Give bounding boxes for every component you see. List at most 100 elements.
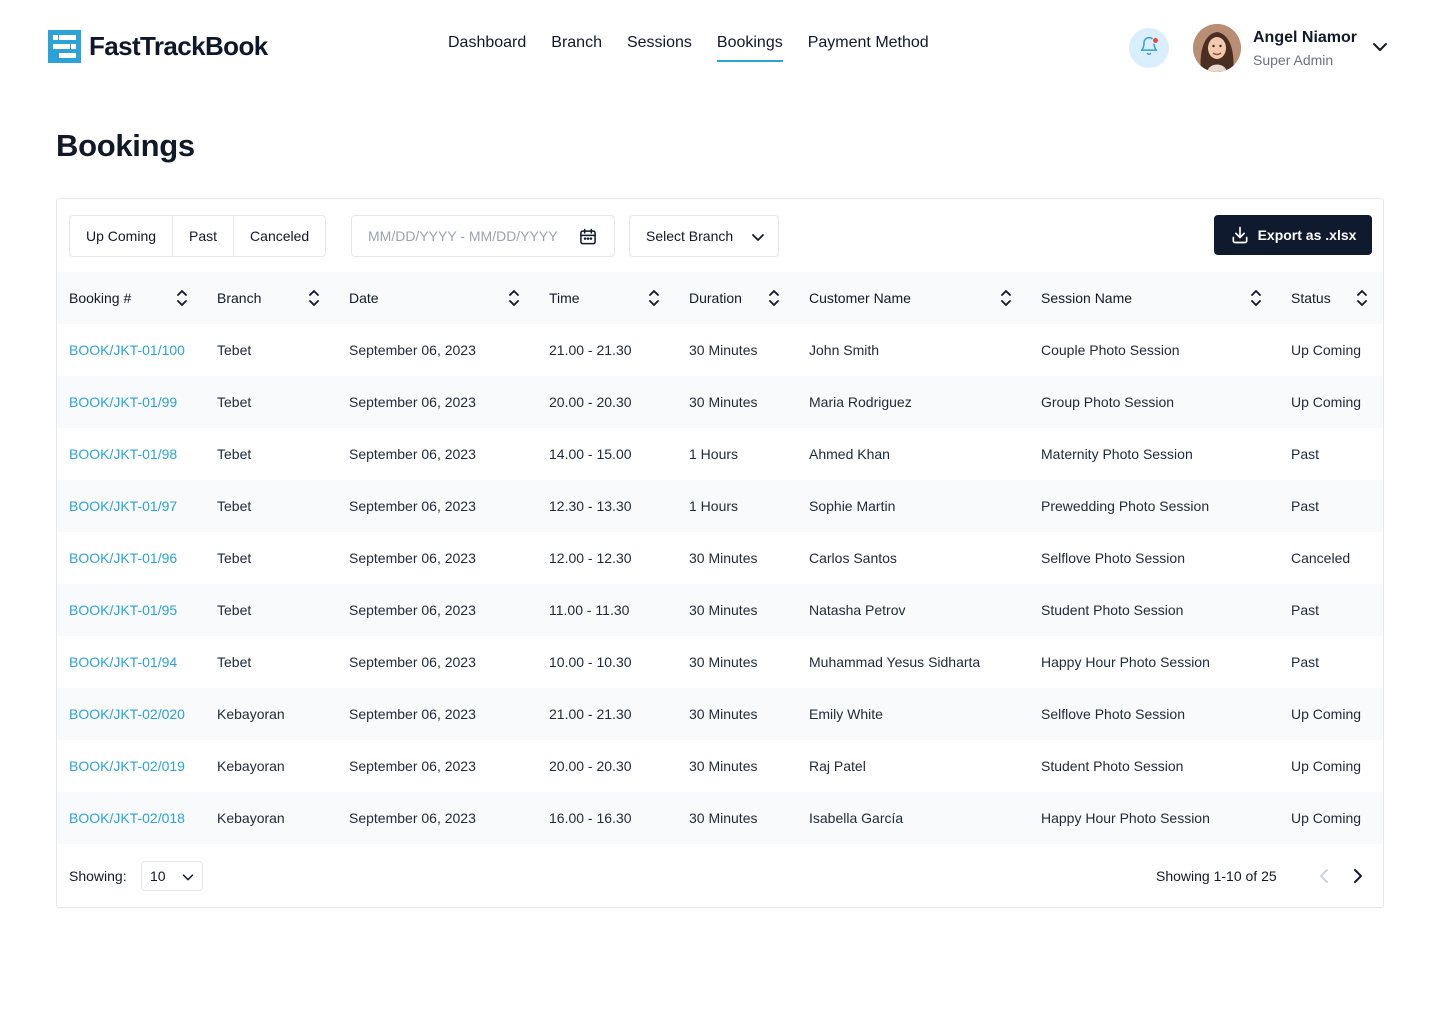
- sort-icon[interactable]: [1249, 289, 1263, 312]
- user-role: Super Admin: [1253, 52, 1334, 68]
- page-size-select[interactable]: 10: [141, 861, 203, 891]
- column-header-session-name[interactable]: Session Name: [1041, 272, 1132, 324]
- table-row: BOOK/JKT-01/98 Tebet September 06, 2023 14.…: [57, 428, 1383, 480]
- page-title: Bookings: [56, 128, 195, 163]
- column-header-customer-name[interactable]: Customer Name: [809, 272, 911, 324]
- cell-time: 20.00 - 20.30: [549, 394, 632, 410]
- avatar[interactable]: [1193, 24, 1241, 72]
- cell-time: 11.00 - 11.30: [549, 602, 630, 618]
- prev-page-chevron-left-icon[interactable]: [1316, 867, 1334, 890]
- cell-status: Up Coming: [1291, 758, 1362, 774]
- nav-item-payment-method[interactable]: Payment Method: [808, 34, 929, 62]
- main-nav: Dashboard Branch Sessions Bookings Payme…: [448, 34, 954, 62]
- tab-up-coming[interactable]: Up Coming: [70, 216, 174, 256]
- page-size-value: 10: [150, 868, 166, 884]
- cell-session-name: Happy Hour Photo Session: [1041, 654, 1210, 670]
- tab-past[interactable]: Past: [173, 216, 235, 256]
- booking-number-link[interactable]: BOOK/JKT-01/96: [69, 532, 177, 584]
- cell-customer-name: Sophie Martin: [809, 498, 896, 514]
- table-row: BOOK/JKT-02/019 Kebayoran September 06, 20…: [57, 740, 1383, 792]
- booking-number-link[interactable]: BOOK/JKT-01/94: [69, 636, 177, 688]
- sort-icon[interactable]: [507, 289, 521, 312]
- cell-date: September 06, 2023: [349, 706, 476, 722]
- status-filter-tabs: Up Coming Past Canceled: [69, 215, 327, 257]
- cell-duration: 1 Hours: [689, 446, 739, 462]
- column-header-time[interactable]: Time: [549, 272, 580, 324]
- cell-session-name: Selflove Photo Session: [1041, 550, 1185, 566]
- booking-number-link[interactable]: BOOK/JKT-02/018: [69, 792, 185, 844]
- notification-button[interactable]: [1129, 28, 1169, 68]
- sort-icon[interactable]: [647, 289, 661, 312]
- table-row: BOOK/JKT-01/97 Tebet September 06, 2023 12.…: [57, 480, 1383, 532]
- table-row: BOOK/JKT-02/020 Kebayoran September 06, 20…: [57, 688, 1383, 740]
- cell-status: Past: [1291, 654, 1320, 670]
- cell-time: 21.00 - 21.30: [549, 706, 632, 722]
- user-menu-chevron-down-icon[interactable]: [1371, 40, 1389, 59]
- cell-customer-name: Emily White: [809, 706, 883, 722]
- logo[interactable]: FastTrackBook: [48, 30, 268, 63]
- column-header-duration[interactable]: Duration: [689, 272, 742, 324]
- cell-time: 10.00 - 10.30: [549, 654, 632, 670]
- user-name: Angel Niamor: [1253, 29, 1358, 46]
- cell-status: Past: [1291, 498, 1320, 514]
- bookings-card: Up Coming Past Canceled MM/DD/YYYY - MM/…: [56, 198, 1384, 908]
- cell-customer-name: Isabella García: [809, 810, 904, 826]
- cell-status: Canceled: [1291, 550, 1351, 566]
- cell-time: 21.00 - 21.30: [549, 342, 632, 358]
- cell-session-name: Prewedding Photo Session: [1041, 498, 1210, 514]
- cell-customer-name: Muhammad Yesus Sidharta: [809, 654, 981, 670]
- cell-duration: 30 Minutes: [689, 654, 758, 670]
- cell-customer-name: Carlos Santos: [809, 550, 897, 566]
- calendar-icon[interactable]: [578, 227, 598, 250]
- column-header-date[interactable]: Date: [349, 272, 379, 324]
- sort-icon[interactable]: [175, 289, 189, 312]
- bookings-table: Booking # Branch Date Time Duration Customer …: [57, 272, 1383, 844]
- booking-number-link[interactable]: BOOK/JKT-01/99: [69, 376, 177, 428]
- cell-branch: Tebet: [217, 394, 252, 410]
- cell-date: September 06, 2023: [349, 394, 476, 410]
- nav-item-branch[interactable]: Branch: [551, 34, 602, 62]
- cell-duration: 30 Minutes: [689, 810, 758, 826]
- date-range-input[interactable]: MM/DD/YYYY - MM/DD/YYYY: [351, 215, 615, 257]
- column-header-branch[interactable]: Branch: [217, 272, 261, 324]
- cell-duration: 30 Minutes: [689, 706, 758, 722]
- booking-number-link[interactable]: BOOK/JKT-02/019: [69, 740, 185, 792]
- column-header-status[interactable]: Status: [1291, 272, 1331, 324]
- column-header-booking-number[interactable]: Booking #: [69, 272, 131, 324]
- cell-customer-name: Natasha Petrov: [809, 602, 906, 618]
- nav-item-dashboard[interactable]: Dashboard: [448, 34, 526, 62]
- cell-customer-name: Ahmed Khan: [809, 446, 890, 462]
- tab-canceled[interactable]: Canceled: [234, 216, 325, 256]
- chevron-down-icon: [181, 870, 195, 887]
- cell-time: 16.00 - 16.30: [549, 810, 632, 826]
- sort-icon[interactable]: [1355, 289, 1369, 312]
- page-size-label: Showing:: [69, 868, 127, 884]
- logo-mark-icon: [48, 30, 81, 63]
- export-xlsx-button[interactable]: Export as .xlsx: [1214, 215, 1372, 255]
- table-header: Booking # Branch Date Time Duration Customer …: [57, 272, 1383, 324]
- nav-item-bookings[interactable]: Bookings: [716, 34, 783, 62]
- cell-branch: Tebet: [217, 498, 252, 514]
- cell-session-name: Selflove Photo Session: [1041, 706, 1185, 722]
- next-page-chevron-right-icon[interactable]: [1348, 867, 1366, 890]
- cell-date: September 06, 2023: [349, 498, 476, 514]
- cell-status: Up Coming: [1291, 810, 1362, 826]
- booking-number-link[interactable]: BOOK/JKT-01/98: [69, 428, 177, 480]
- sort-icon[interactable]: [767, 289, 781, 312]
- booking-number-link[interactable]: BOOK/JKT-02/020: [69, 688, 185, 740]
- cell-duration: 30 Minutes: [689, 602, 758, 618]
- table-row: BOOK/JKT-01/94 Tebet September 06, 2023 10.…: [57, 636, 1383, 688]
- date-range-placeholder: MM/DD/YYYY - MM/DD/YYYY: [368, 228, 558, 244]
- cell-branch: Tebet: [217, 602, 252, 618]
- cell-duration: 1 Hours: [689, 498, 739, 514]
- cell-customer-name: Raj Patel: [809, 758, 866, 774]
- cell-time: 20.00 - 20.30: [549, 758, 632, 774]
- nav-item-sessions[interactable]: Sessions: [627, 34, 692, 62]
- booking-number-link[interactable]: BOOK/JKT-01/95: [69, 584, 177, 636]
- sort-icon[interactable]: [999, 289, 1013, 312]
- booking-number-link[interactable]: BOOK/JKT-01/100: [69, 324, 185, 376]
- sort-icon[interactable]: [307, 289, 321, 312]
- cell-status: Up Coming: [1291, 706, 1362, 722]
- booking-number-link[interactable]: BOOK/JKT-01/97: [69, 480, 177, 532]
- branch-select[interactable]: Select Branch: [629, 215, 779, 257]
